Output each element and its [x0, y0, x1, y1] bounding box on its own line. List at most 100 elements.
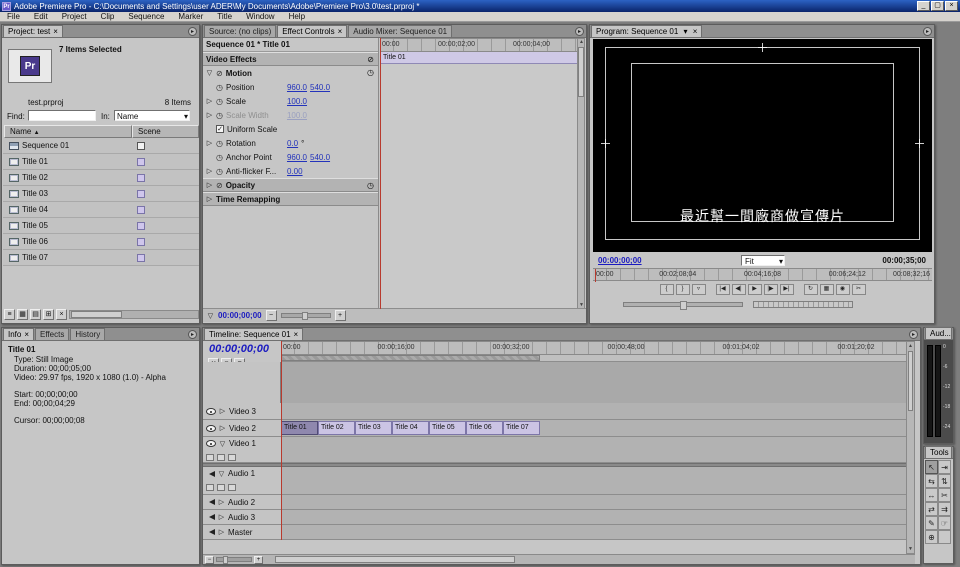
label-color-chip[interactable]	[137, 206, 145, 214]
track-content-master[interactable]	[281, 525, 906, 540]
scroll-thumb[interactable]	[275, 556, 515, 563]
scale-value[interactable]: 100.0	[287, 97, 307, 106]
add-remove-keyframe-button[interactable]	[228, 454, 236, 461]
slide-tool[interactable]: ⇉	[938, 502, 951, 516]
scroll-down-icon[interactable]: ▼	[908, 546, 913, 552]
scroll-up-icon[interactable]: ▲	[579, 39, 584, 45]
tab-timeline-close-icon[interactable]: ×	[294, 330, 299, 339]
collapse-track-icon[interactable]: ▷	[218, 513, 225, 521]
label-color-chip[interactable]	[137, 190, 145, 198]
rate-stretch-tool[interactable]: ↔	[925, 488, 938, 502]
show-keyframes-button[interactable]	[217, 484, 225, 491]
effect-timeline-playhead[interactable]	[380, 38, 381, 309]
pen-tool[interactable]: ✎	[925, 516, 938, 530]
project-row-sequence01[interactable]: Sequence 01	[3, 138, 199, 154]
tab-program[interactable]: Program: Sequence 01 ▾ ×	[591, 25, 702, 37]
show-keyframes-button[interactable]	[217, 454, 225, 461]
tab-audio-meters[interactable]: Aud...	[925, 327, 952, 339]
list-view-button[interactable]: ≡	[4, 309, 15, 320]
track-content-video2[interactable]: Title 01 Title 02 Title 03 Title 04 Titl…	[281, 420, 906, 437]
ripple-edit-tool[interactable]: ⇆	[925, 474, 938, 488]
toggle-track-output-icon[interactable]	[206, 425, 216, 432]
slip-tool[interactable]: ⇄	[925, 502, 938, 516]
program-panel-menu-button[interactable]: ▸	[923, 27, 932, 36]
zoom-slider[interactable]	[216, 557, 252, 562]
project-row-title03[interactable]: Title 03	[3, 186, 199, 202]
uniform-scale-checkbox[interactable]: ✓	[216, 125, 224, 133]
tab-source[interactable]: Source: (no clips)	[204, 25, 276, 37]
clip-title06[interactable]: Title 06	[466, 421, 503, 435]
column-header-scene[interactable]: Scene	[132, 125, 199, 138]
automate-to-sequence-button[interactable]: ▤	[30, 309, 41, 320]
anti-flicker-stopwatch-icon[interactable]: ◷	[216, 167, 223, 176]
collapse-track-icon[interactable]: ▷	[219, 424, 226, 432]
project-row-title01[interactable]: Title 01	[3, 154, 199, 170]
collapse-track-icon[interactable]: ▽	[218, 470, 225, 478]
add-marker-button[interactable]: ▿	[692, 284, 706, 295]
track-content-video1[interactable]	[281, 437, 906, 463]
selection-tool[interactable]: ↖	[925, 460, 938, 474]
shuttle-thumb[interactable]	[680, 301, 687, 310]
zoom-in-button[interactable]: +	[335, 310, 346, 321]
work-area-segment[interactable]	[281, 355, 540, 361]
toggle-opacity-effect-icon[interactable]: ⊘	[216, 181, 223, 190]
minimize-button[interactable]: _	[917, 1, 930, 11]
position-x-value[interactable]: 960.0	[287, 83, 307, 92]
step-forward-button[interactable]: |▶	[764, 284, 778, 295]
chevron-down-icon[interactable]: ▾	[779, 257, 783, 266]
tab-info-close-icon[interactable]: ×	[24, 330, 29, 339]
clip-title02[interactable]: Title 02	[318, 421, 355, 435]
scroll-thumb[interactable]	[578, 47, 584, 97]
timeline-horizontal-scrollbar[interactable]: − +	[203, 554, 915, 564]
tab-effect-controls[interactable]: Effect Controls×	[277, 25, 347, 37]
rotation-stopwatch-icon[interactable]: ◷	[216, 139, 223, 148]
menu-edit[interactable]: Edit	[27, 12, 55, 22]
anchor-x-value[interactable]: 960.0	[287, 153, 307, 162]
project-panel-menu-button[interactable]: ▸	[188, 27, 197, 36]
project-row-title05[interactable]: Title 05	[3, 218, 199, 234]
timeline-current-timecode[interactable]: 00:00;00;00	[209, 343, 269, 355]
icon-view-button[interactable]: ▦	[17, 309, 28, 320]
clear-button[interactable]: ×	[56, 309, 67, 320]
timeline-panel-menu-button[interactable]: ▸	[909, 330, 918, 339]
toggle-motion-effect-icon[interactable]: ⊘	[216, 69, 223, 78]
track-select-tool[interactable]: ⇥	[938, 460, 951, 474]
add-remove-keyframe-button[interactable]	[228, 484, 236, 491]
maximize-button[interactable]: ▢	[931, 1, 944, 11]
tab-timeline[interactable]: Timeline: Sequence 01×	[204, 328, 303, 340]
menu-clip[interactable]: Clip	[94, 12, 122, 22]
expand-scale-icon[interactable]: ▷	[206, 97, 213, 105]
toggle-track-output-icon[interactable]	[206, 440, 216, 447]
tab-effects[interactable]: Effects	[35, 328, 69, 340]
track-content-audio2[interactable]	[281, 495, 906, 510]
program-current-timecode[interactable]: 00:00;00;00	[598, 256, 642, 265]
info-panel-menu-button[interactable]: ▸	[188, 330, 197, 339]
expand-opacity-icon[interactable]: ▷	[206, 181, 213, 189]
go-to-in-button[interactable]: |◀	[716, 284, 730, 295]
shuttle-slider[interactable]	[623, 302, 743, 307]
scroll-thumb[interactable]	[71, 311, 122, 318]
toggle-track-mute-icon[interactable]	[206, 499, 215, 505]
tab-tools[interactable]: Tools	[925, 446, 952, 458]
collapse-track-icon[interactable]: ▷	[219, 407, 226, 415]
scroll-up-icon[interactable]: ▲	[908, 343, 913, 349]
zoom-slider-thumb[interactable]	[223, 556, 228, 564]
effect-timeline-clip-bar[interactable]: Title 01	[380, 52, 578, 64]
tab-project[interactable]: Project: test×	[3, 25, 63, 37]
motion-effect-row[interactable]: ▽ ⊘ Motion ◷	[203, 66, 378, 80]
collapse-track-icon[interactable]: ▷	[218, 498, 225, 506]
menu-file[interactable]: File	[0, 12, 27, 22]
expand-rotation-icon[interactable]: ▷	[206, 139, 213, 147]
tab-audio-mixer[interactable]: Audio Mixer: Sequence 01	[348, 25, 452, 37]
menu-project[interactable]: Project	[55, 12, 94, 22]
rotation-value[interactable]: 0.0	[287, 139, 298, 148]
zoom-slider-thumb[interactable]	[302, 312, 308, 320]
rolling-edit-tool[interactable]: ⇅	[938, 474, 951, 488]
export-frame-button[interactable]: ◉	[836, 284, 850, 295]
clip-title04[interactable]: Title 04	[392, 421, 429, 435]
play-button[interactable]: ▶	[748, 284, 762, 295]
collapse-motion-icon[interactable]: ▽	[206, 69, 213, 77]
time-remapping-row[interactable]: ▷ Time Remapping	[203, 192, 378, 206]
opacity-reset-icon[interactable]: ◷	[367, 181, 374, 190]
menu-window[interactable]: Window	[239, 12, 281, 22]
